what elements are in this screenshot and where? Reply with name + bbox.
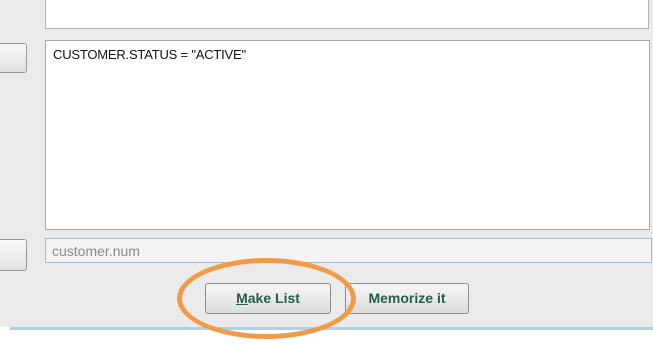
field-input[interactable]: customer.num bbox=[45, 238, 652, 263]
make-list-label: ake List bbox=[247, 290, 300, 306]
make-list-button[interactable]: Make List bbox=[205, 283, 331, 314]
query-side-button[interactable] bbox=[0, 43, 27, 73]
memorize-label: Memorize it bbox=[368, 290, 446, 306]
field-value: customer.num bbox=[52, 243, 140, 259]
main-panel: CUSTOMER.STATUS = "ACTIVE" customer.num … bbox=[0, 0, 653, 327]
field-side-button[interactable] bbox=[0, 239, 27, 271]
query-text: CUSTOMER.STATUS = "ACTIVE" bbox=[53, 47, 246, 62]
memorize-button[interactable]: Memorize it bbox=[345, 283, 469, 314]
top-text-area[interactable] bbox=[45, 0, 649, 29]
make-list-accesskey: M bbox=[236, 290, 248, 306]
query-text-area[interactable]: CUSTOMER.STATUS = "ACTIVE" bbox=[45, 40, 650, 230]
footer-divider bbox=[10, 327, 653, 330]
